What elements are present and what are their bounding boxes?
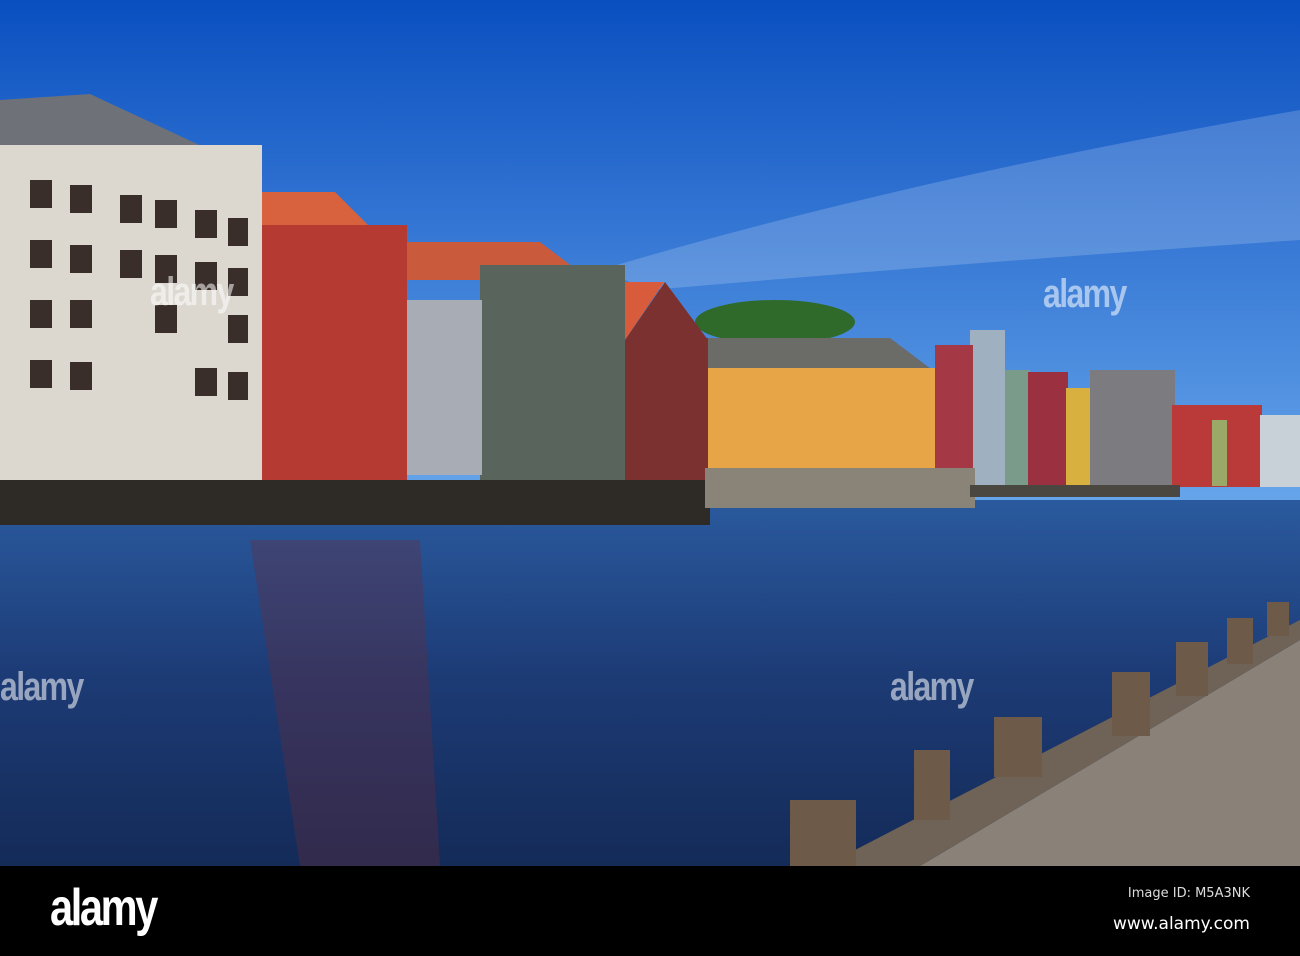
yellow-warehouse	[705, 368, 935, 468]
image-id: Image ID: M5A3NK	[1127, 886, 1250, 901]
footer-bar: alamy Image ID: M5A3NK www.alamy.com	[0, 866, 1300, 956]
red-warehouse	[262, 225, 407, 487]
watermark: alamy	[0, 665, 84, 709]
green-warehouse	[480, 265, 625, 485]
photo-scene	[0, 0, 1300, 866]
alamy-logo: alamy	[50, 879, 158, 937]
watermark: alamy	[890, 665, 974, 709]
trees	[695, 300, 855, 344]
wharf-stilts	[0, 480, 710, 525]
website-link[interactable]: www.alamy.com	[1113, 914, 1250, 934]
watermark: alamy	[150, 270, 234, 314]
grey-warehouse	[407, 300, 482, 475]
dark-red-warehouse	[625, 338, 708, 488]
watermark: alamy	[1043, 272, 1127, 316]
